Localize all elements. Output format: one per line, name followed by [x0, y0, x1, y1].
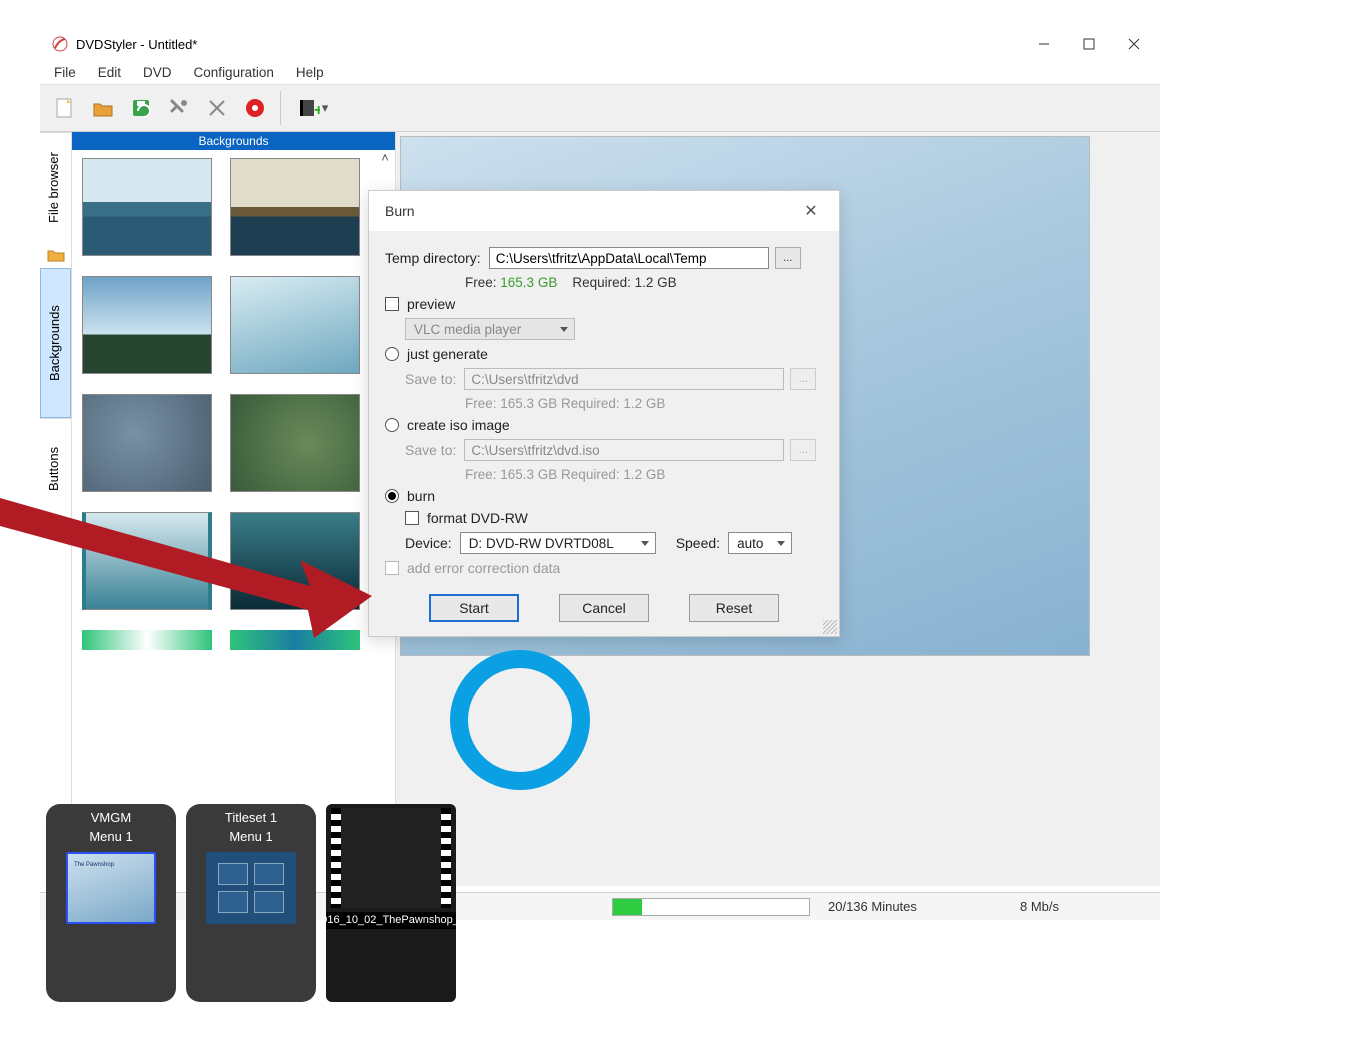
device-label: Device:	[405, 535, 452, 551]
gen-saveto-browse: ...	[790, 368, 816, 390]
iso-saveto-browse: ...	[790, 439, 816, 461]
clip-label: CC_1916_10_02_ThePawnshop_512kb	[326, 912, 456, 929]
bg-thumb[interactable]	[82, 630, 212, 650]
add-errorcorr-checkbox	[385, 561, 399, 575]
add-errorcorr-label: add error correction data	[407, 560, 560, 576]
speed-select[interactable]: auto	[728, 532, 792, 554]
maximize-button[interactable]	[1066, 30, 1111, 58]
status-mbps: 8 Mb/s	[1020, 899, 1059, 914]
start-button[interactable]: Start	[429, 594, 519, 622]
menu-edit[interactable]: Edit	[88, 62, 131, 83]
bg-thumb[interactable]	[230, 512, 360, 610]
bg-thumb[interactable]	[82, 276, 212, 374]
minimize-button[interactable]	[1021, 30, 1066, 58]
format-rw-checkbox[interactable]	[405, 511, 419, 525]
preview-label: preview	[407, 296, 455, 312]
settings-button[interactable]	[162, 91, 196, 125]
folder-icon[interactable]	[40, 242, 72, 268]
menubar: File Edit DVD Configuration Help	[40, 60, 1160, 84]
iso-saveto-input	[464, 439, 784, 461]
close-button[interactable]	[1111, 30, 1156, 58]
vmgm-card[interactable]: VMGM Menu 1 The Pawnshop	[46, 804, 176, 1002]
dialog-title: Burn	[385, 203, 415, 219]
backgrounds-header: Backgrounds	[72, 132, 395, 150]
backgrounds-panel: Backgrounds ˄	[72, 132, 396, 886]
bg-thumb[interactable]	[82, 158, 212, 256]
tab-backgrounds[interactable]: Backgrounds	[40, 268, 71, 418]
iso-saveto-label: Save to:	[405, 442, 456, 458]
menu-configuration[interactable]: Configuration	[184, 62, 284, 83]
toolbar: +▾	[40, 84, 1160, 132]
gen-saveto-label: Save to:	[405, 371, 456, 387]
create-iso-label: create iso image	[407, 417, 510, 433]
format-rw-label: format DVD-RW	[427, 510, 528, 526]
burn-label: burn	[407, 488, 435, 504]
temp-dir-label: Temp directory:	[385, 250, 481, 266]
vmgm-subheader: Menu 1	[50, 827, 172, 846]
burn-radio[interactable]	[385, 489, 399, 503]
iso-free-line: Free: 165.3 GB Required: 1.2 GB	[465, 467, 823, 482]
just-generate-radio[interactable]	[385, 347, 399, 361]
bg-thumb[interactable]	[230, 394, 360, 492]
just-generate-label: just generate	[407, 346, 488, 362]
status-minutes: 20/136 Minutes	[828, 899, 917, 914]
timeline: VMGM Menu 1 The Pawnshop Titleset 1 Menu…	[46, 804, 506, 1002]
film-thumb	[331, 808, 451, 908]
tab-file-browser[interactable]: File browser	[40, 132, 71, 242]
vmgm-thumb: The Pawnshop	[66, 852, 156, 924]
preview-checkbox[interactable]	[385, 297, 399, 311]
add-title-button[interactable]: +▾	[289, 91, 337, 125]
bg-thumb[interactable]	[230, 276, 360, 374]
progress-bar	[612, 898, 810, 916]
window-title: DVDStyler - Untitled*	[76, 37, 197, 52]
temp-dir-browse[interactable]: ...	[775, 247, 801, 269]
resize-grip-icon[interactable]	[823, 620, 837, 634]
side-tabs: File browser Backgrounds Buttons	[40, 132, 72, 886]
clip-card[interactable]: CC_1916_10_02_ThePawnshop_512kb	[326, 804, 456, 1002]
bg-thumb[interactable]	[82, 394, 212, 492]
speed-label: Speed:	[676, 535, 720, 551]
dialog-close-button[interactable]: ✕	[795, 195, 827, 227]
titlebar: DVDStyler - Untitled*	[40, 28, 1160, 60]
open-project-button[interactable]	[86, 91, 120, 125]
save-project-button[interactable]	[124, 91, 158, 125]
burn-button[interactable]	[238, 91, 272, 125]
temp-free-line: Free: 165.3 GB Required: 1.2 GB	[465, 275, 823, 290]
temp-dir-input[interactable]	[489, 247, 769, 269]
tab-buttons[interactable]: Buttons	[40, 418, 71, 518]
ts1-header: Titleset 1	[190, 808, 312, 827]
new-project-button[interactable]	[48, 91, 82, 125]
preview-player-select: VLC media player	[405, 318, 575, 340]
reset-button[interactable]: Reset	[689, 594, 779, 622]
bg-thumb[interactable]	[230, 158, 360, 256]
cancel-button[interactable]: Cancel	[559, 594, 649, 622]
burn-dialog: Burn ✕ Temp directory: ... Free: 165.3 G…	[368, 190, 840, 637]
app-icon	[52, 36, 68, 52]
titleset1-card[interactable]: Titleset 1 Menu 1	[186, 804, 316, 1002]
device-select[interactable]: D: DVD-RW DVRTD08L	[460, 532, 656, 554]
ts1-subheader: Menu 1	[190, 827, 312, 846]
bg-thumb[interactable]	[230, 630, 360, 650]
gen-free-line: Free: 165.3 GB Required: 1.2 GB	[465, 396, 823, 411]
toolbar-separator	[280, 91, 281, 125]
create-iso-radio[interactable]	[385, 418, 399, 432]
menu-dvd[interactable]: DVD	[133, 62, 182, 83]
tools-button[interactable]	[200, 91, 234, 125]
ts1-thumb	[206, 852, 296, 924]
svg-text:+: +	[314, 102, 320, 119]
menu-file[interactable]: File	[44, 62, 86, 83]
gen-saveto-input	[464, 368, 784, 390]
scroll-up-icon[interactable]: ˄	[377, 150, 393, 166]
vmgm-header: VMGM	[50, 808, 172, 827]
bg-thumb[interactable]	[82, 512, 212, 610]
menu-help[interactable]: Help	[286, 62, 334, 83]
